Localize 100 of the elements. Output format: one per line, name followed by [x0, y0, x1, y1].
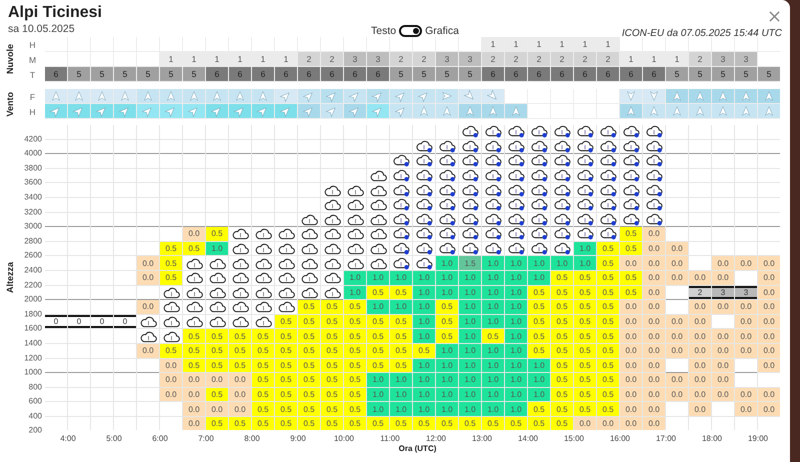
value-cell: 0.5: [252, 416, 274, 430]
value-cell: 1.0: [413, 329, 435, 343]
rain-cloud-icon: [600, 125, 616, 138]
wind-arrow-icon: [259, 91, 267, 101]
value-cell: 1.0: [413, 314, 435, 328]
value-cell: 0.5: [229, 329, 251, 343]
cloud-cover-cell: 5: [689, 67, 711, 81]
close-icon[interactable]: [769, 11, 780, 22]
cloud-cover-cell: 2: [528, 52, 550, 66]
value-cell: 0.5: [321, 402, 343, 416]
cloud-icon: [346, 198, 364, 212]
cloud-icon: [254, 242, 272, 256]
cloud-icon: [186, 315, 202, 328]
value-cell: 0.0: [620, 373, 642, 387]
value-cell: 1.0: [390, 270, 412, 285]
value-cell: 0.5: [367, 286, 389, 300]
value-cell: 0.5: [206, 416, 228, 430]
value-cell: 0.5: [321, 416, 343, 430]
value-cell: 1.0: [505, 373, 527, 387]
value-cell: 1.0: [528, 358, 550, 372]
value-cell: 1.0: [413, 402, 435, 416]
value-cell: 0.0: [643, 358, 665, 372]
value-cell: 0.0: [758, 256, 780, 270]
value-cell: 0.0: [620, 416, 642, 430]
value-cell: 0.5: [298, 329, 320, 343]
value-cell: 0.5: [183, 329, 205, 343]
value-cell: 0.0: [666, 344, 688, 358]
value-cell: 0.5: [321, 300, 343, 314]
cloud-icon: [278, 242, 294, 256]
time-label: 7:00: [197, 434, 215, 444]
value-cell: 0.0: [666, 270, 688, 285]
cloud-icon: [162, 315, 180, 328]
value-cell: 0.5: [160, 242, 182, 256]
cloud-cover-cell: 5: [666, 67, 688, 81]
value-cell: 0.5: [551, 329, 573, 343]
value-cell: 0.0: [666, 256, 688, 270]
cloud-icon: [186, 300, 202, 314]
value-cell: 0.5: [528, 344, 550, 358]
value-cell: 0.5: [574, 300, 596, 314]
value-cell: 0.5: [574, 344, 596, 358]
value-cell: 0.0: [183, 373, 205, 387]
wind-arrow-icon: [326, 90, 338, 102]
cloud-cover-cell: 6: [206, 67, 228, 81]
wind-arrow-icon: [213, 91, 221, 101]
altitude-label: 3800: [24, 163, 42, 172]
value-cell: 0.5: [321, 388, 343, 402]
value-cell: 1.0: [482, 373, 504, 387]
cloud-icon: [208, 300, 226, 314]
cloud-icon: [208, 286, 226, 299]
window-title: Alpi Ticinesi: [8, 3, 103, 23]
rain-cloud-icon: [622, 125, 640, 138]
value-cell: 1.0: [413, 270, 435, 285]
value-cell: 0.0: [758, 286, 780, 300]
value-cell: 1.0: [505, 358, 527, 372]
value-cell: 1.0: [436, 388, 458, 402]
value-cell: 0.5: [528, 300, 550, 314]
value-cell: 0.0: [206, 373, 228, 387]
cloud-cover-cell: 6: [45, 67, 67, 81]
value-cell: 0.5: [252, 329, 274, 343]
time-label: 17:00: [654, 434, 678, 444]
value-cell: 0.5: [574, 388, 596, 402]
cloud-cover-cell: 6: [275, 67, 297, 81]
value-cell: 0.5: [160, 256, 182, 270]
cloud-icon: [232, 227, 248, 240]
value-cell: 0.5: [229, 416, 251, 430]
altitude-label: 400: [28, 411, 42, 420]
value-cell: 0.0: [689, 388, 711, 402]
cloud-cover-cell: 5: [758, 67, 780, 81]
cloud-cover-cell: 6: [252, 67, 274, 81]
value-cell: 0.0: [666, 388, 688, 402]
wind-arrow-icon: [72, 104, 86, 118]
value-cell: 0.5: [298, 388, 320, 402]
value-cell: 1.0: [459, 300, 481, 314]
cloud-icon: [300, 271, 318, 284]
cloud-icon: [300, 256, 318, 270]
value-cell: 0.5: [551, 416, 573, 430]
value-cell: 1.0: [505, 286, 527, 300]
value-cell: 0.0: [758, 402, 780, 416]
value-cell: 0.0: [206, 402, 228, 416]
rain-cloud-icon: [416, 198, 432, 212]
value-cell: 0.5: [275, 329, 297, 343]
altitude-label: 3600: [24, 178, 42, 187]
cloud-cover-cell: 5: [91, 67, 113, 81]
value-cell: 0.5: [390, 286, 412, 300]
value-cell: 0.0: [712, 358, 734, 372]
value-cell: 0.0: [712, 344, 734, 358]
time-label: 13:00: [470, 434, 494, 444]
toggle-label: Testo: [371, 25, 396, 37]
rain-cloud-icon: [554, 125, 570, 138]
value-cell: 0.5: [574, 270, 596, 285]
rain-cloud-icon: [392, 198, 410, 212]
value-cell: 0.5: [275, 358, 297, 372]
value-cell: 1.0: [367, 373, 389, 387]
value-cell: 0.5: [298, 314, 320, 328]
value-cell: 1.0: [528, 256, 550, 270]
value-cell: 0.5: [344, 344, 366, 358]
altitude-label: 4200: [24, 134, 42, 144]
altitude-label: 2600: [24, 250, 42, 260]
value-cell: 0.5: [620, 270, 642, 285]
cloud-cover-cell: 6: [482, 67, 504, 81]
